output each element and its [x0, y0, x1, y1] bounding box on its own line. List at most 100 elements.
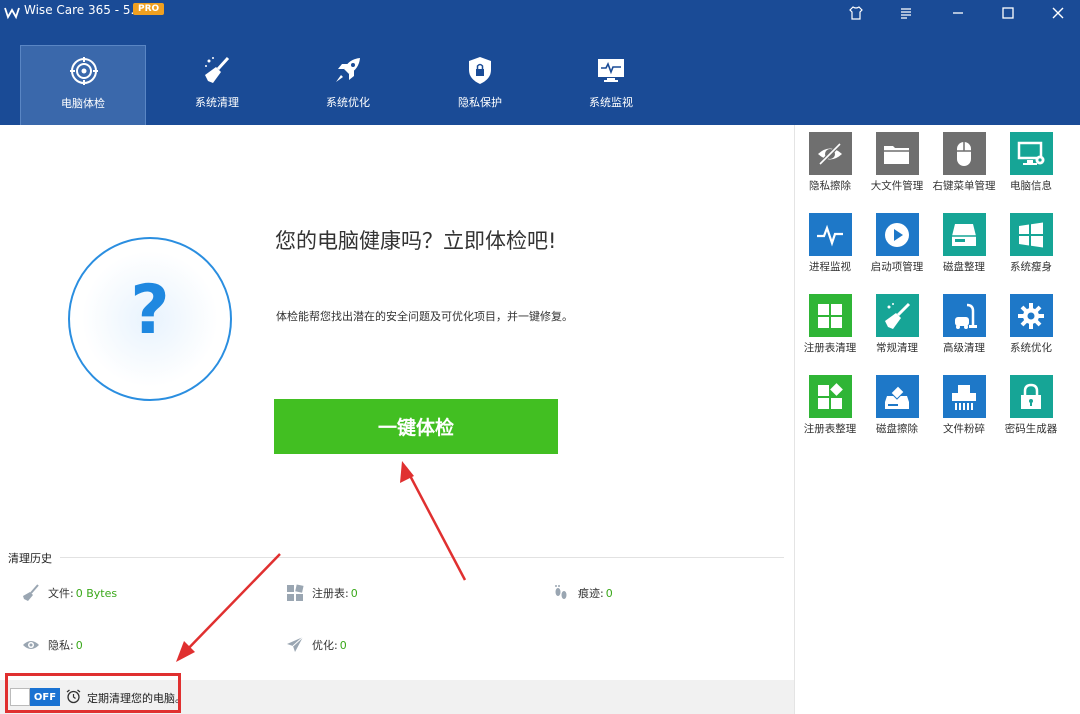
- stat-privacy: 隐私: 0: [22, 636, 83, 654]
- tool-tile: [808, 375, 852, 418]
- tool-file-shredder[interactable]: 文件粉碎: [931, 375, 997, 437]
- minimize-icon: [953, 12, 963, 14]
- tool-tile: [942, 375, 986, 418]
- stat-label: 痕迹:: [578, 587, 604, 600]
- tool-advanced-cleaner[interactable]: 高级清理: [931, 294, 997, 356]
- tool-label: 密码生成器: [1004, 423, 1058, 435]
- tool-disk-eraser[interactable]: 磁盘擦除: [864, 375, 930, 437]
- tool-label: 大文件管理: [870, 180, 924, 192]
- tool-label: 注册表清理: [803, 342, 857, 354]
- title-bar: Wise Care 365 - 5.8.3 PRO: [0, 0, 1080, 26]
- tool-label: 电脑信息: [1010, 180, 1052, 192]
- header: Wise Care 365 - 5.8.3 PRO 电脑体检 系统清理 系统优化…: [0, 0, 1080, 125]
- target-icon: [70, 57, 98, 85]
- tool-tile: [1009, 213, 1053, 256]
- tool-label: 启动项管理: [870, 261, 924, 273]
- folder-icon: [884, 145, 909, 164]
- stat-value: 0 Bytes: [75, 586, 118, 600]
- vacuum-icon: [955, 303, 977, 329]
- stat-label: 优化:: [312, 639, 338, 652]
- tool-tile: [875, 375, 919, 418]
- skin-icon: [849, 6, 863, 20]
- disk-icon: [952, 223, 976, 246]
- maximize-button[interactable]: [988, 0, 1028, 26]
- tab-label: 系统清理: [195, 96, 239, 109]
- divider: [60, 557, 784, 558]
- tool-tile: [1009, 132, 1053, 175]
- mouse-icon: [957, 141, 971, 166]
- stat-label: 文件:: [48, 587, 74, 600]
- windows-icon: [1019, 222, 1043, 247]
- tool-tile: [942, 132, 986, 175]
- tool-startup-manager[interactable]: 启动项管理: [864, 213, 930, 275]
- tool-disk-defrag[interactable]: 磁盘整理: [931, 213, 997, 275]
- broom-icon: [23, 584, 39, 601]
- tool-large-file-manager[interactable]: 大文件管理: [864, 132, 930, 194]
- tool-registry-cleaner[interactable]: 注册表清理: [797, 294, 863, 356]
- tools-panel: 隐私擦除 大文件管理 右键菜单管理 电脑信息 进程监视 启动项管理 磁盘整理 系…: [794, 125, 1080, 714]
- tab-label: 隐私保护: [458, 96, 502, 109]
- tool-common-cleaner[interactable]: 常规清理: [864, 294, 930, 356]
- skin-button[interactable]: [836, 0, 876, 26]
- stat-registry: 注册表: 0: [286, 584, 358, 602]
- menu-button[interactable]: [886, 0, 926, 26]
- monitor-pulse-icon: [598, 59, 624, 82]
- tab-system-cleanup[interactable]: 系统清理: [154, 45, 280, 125]
- tool-tile: [942, 213, 986, 256]
- stat-value: 0: [339, 638, 347, 652]
- gear-icon: [1018, 302, 1044, 329]
- stat-label: 注册表:: [312, 587, 349, 600]
- tool-tile: [875, 213, 919, 256]
- stat-value: 0: [350, 586, 358, 600]
- stat-traces: 痕迹: 0: [552, 584, 613, 602]
- tab-label: 系统优化: [326, 96, 370, 109]
- tool-system-optimizer[interactable]: 系统优化: [998, 294, 1064, 356]
- registry-icon: [818, 303, 842, 328]
- tab-pc-checkup[interactable]: 电脑体检: [20, 45, 146, 125]
- one-click-scan-button[interactable]: 一键体检: [274, 399, 558, 454]
- tab-privacy-protect[interactable]: 隐私保护: [417, 45, 543, 125]
- close-button[interactable]: [1038, 0, 1078, 26]
- tab-system-monitor[interactable]: 系统监视: [548, 45, 674, 125]
- tool-system-slimming[interactable]: 系统瘦身: [998, 213, 1064, 275]
- tool-privacy-eraser[interactable]: 隐私擦除: [797, 132, 863, 194]
- tool-label: 系统优化: [1010, 342, 1052, 354]
- question-mark: ?: [130, 271, 170, 350]
- stat-optimize: 优化: 0: [286, 636, 347, 654]
- pro-badge: PRO: [133, 3, 165, 15]
- main-panel: ? 您的电脑健康吗？立即体检吧! 体检能帮您找出潜在的安全问题及可优化项目，并一…: [0, 125, 794, 680]
- app-window: Wise Care 365 - 5.8.3 PRO 电脑体检 系统清理 系统优化…: [0, 0, 1080, 714]
- tool-label: 文件粉碎: [943, 423, 985, 435]
- tool-tile: [1009, 294, 1053, 337]
- tool-tile: [1009, 375, 1053, 418]
- tool-label: 进程监视: [809, 261, 851, 273]
- tab-system-optimize[interactable]: 系统优化: [285, 45, 411, 125]
- app-logo-icon: [4, 7, 20, 20]
- tool-label: 高级清理: [943, 342, 985, 354]
- broom-icon: [205, 56, 230, 83]
- tool-password-generator[interactable]: 密码生成器: [998, 375, 1064, 437]
- shield-lock-icon: [469, 57, 491, 84]
- tab-label: 电脑体检: [61, 97, 105, 110]
- tool-label: 隐私擦除: [809, 180, 851, 192]
- tool-tile: [808, 213, 852, 256]
- tool-tile: [808, 132, 852, 175]
- menu-icon: [901, 8, 911, 19]
- tab-label: 系统监视: [589, 96, 633, 109]
- tool-label: 注册表整理: [803, 423, 857, 435]
- history-title: 清理历史: [8, 552, 52, 565]
- minimize-button[interactable]: [938, 0, 978, 26]
- tool-registry-defrag[interactable]: 注册表整理: [797, 375, 863, 437]
- maximize-icon: [1002, 7, 1014, 19]
- footprint-icon: [555, 585, 567, 599]
- tool-pc-info[interactable]: 电脑信息: [998, 132, 1064, 194]
- headline: 您的电脑健康吗？立即体检吧!: [275, 229, 557, 253]
- close-icon: [1052, 7, 1064, 19]
- stat-files: 文件: 0 Bytes: [22, 584, 117, 602]
- play-icon: [885, 222, 909, 247]
- computer-gear-icon: [1017, 141, 1045, 165]
- shredder-icon: [952, 384, 976, 410]
- tool-process-monitor[interactable]: 进程监视: [797, 213, 863, 275]
- tool-context-menu-manager[interactable]: 右键菜单管理: [931, 132, 997, 194]
- disk-eraser-icon: [885, 384, 909, 409]
